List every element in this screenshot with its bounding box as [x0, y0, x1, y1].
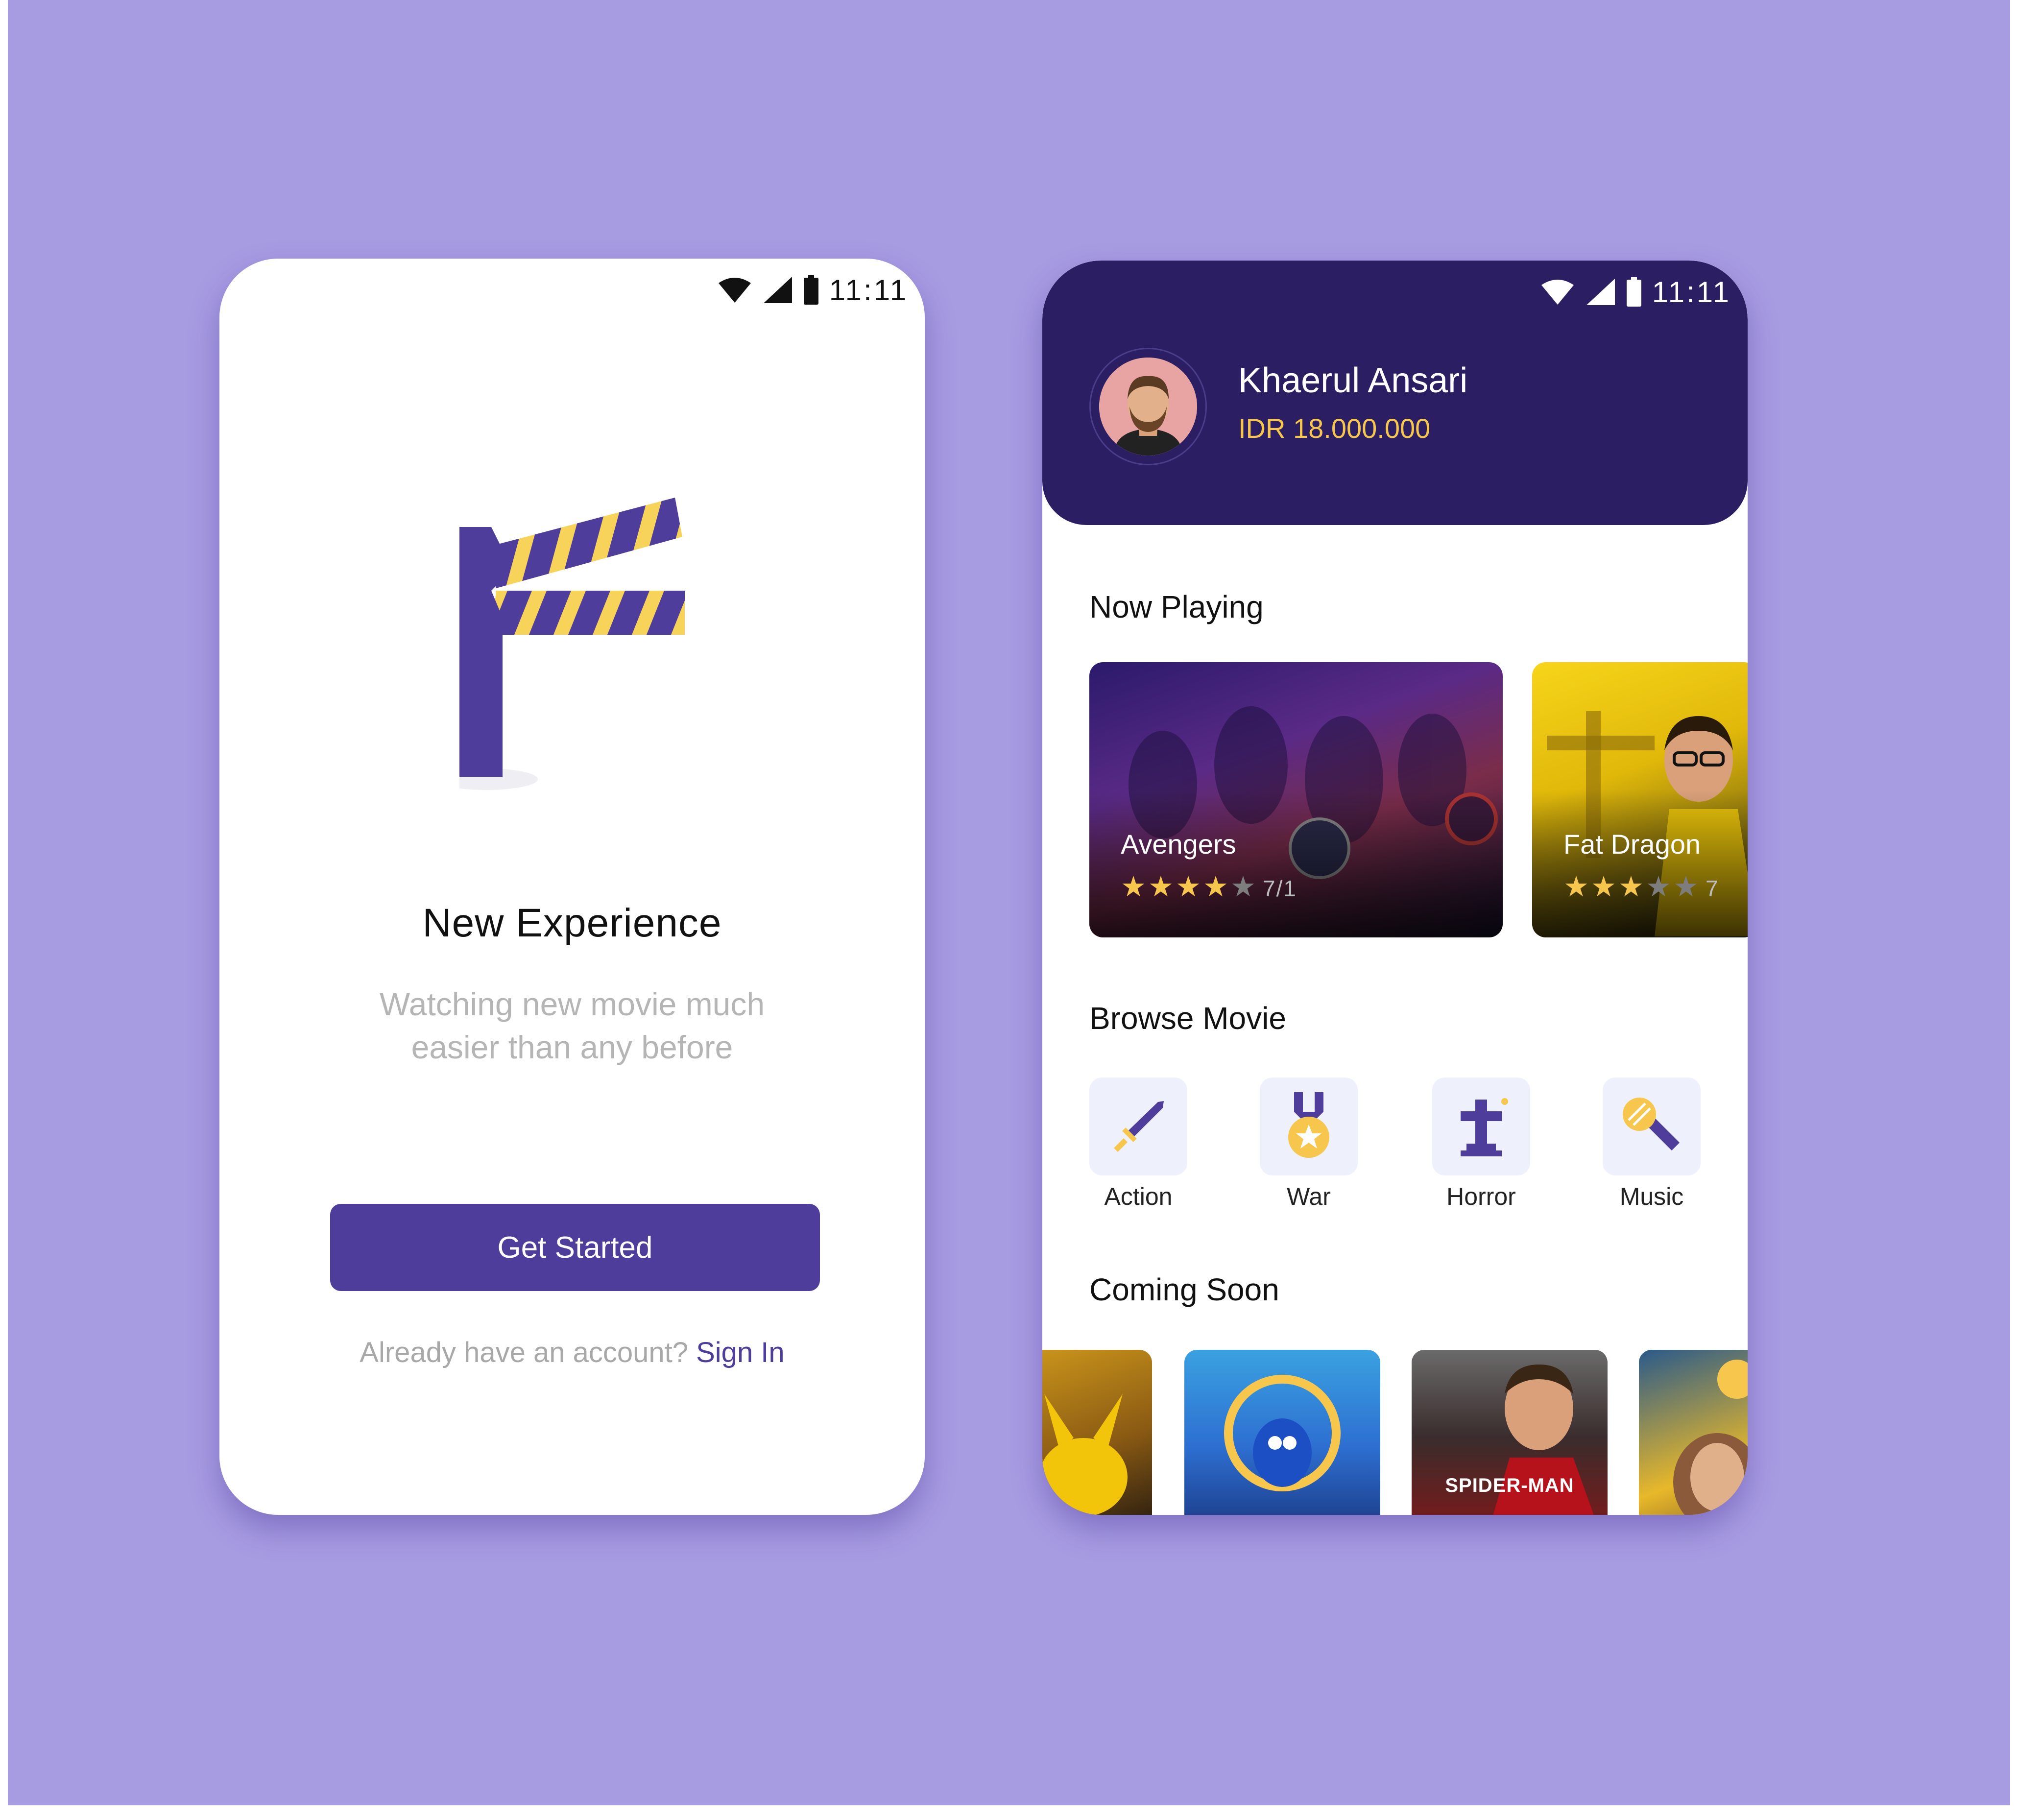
signal-icon	[763, 276, 793, 304]
genre-label: Music	[1619, 1183, 1684, 1210]
coming-soon-poster[interactable]: SPIDER-MAN	[1412, 1350, 1608, 1515]
poster-caption: SPIDER-MAN	[1445, 1475, 1574, 1496]
genre-label: Action	[1104, 1183, 1173, 1210]
now-playing-title: Now Playing	[1089, 589, 1264, 624]
wifi-icon	[718, 276, 752, 304]
genre-horror[interactable]: Horror	[1432, 1078, 1530, 1211]
genre-label: War	[1287, 1183, 1331, 1210]
signal-icon	[1586, 278, 1616, 306]
movie-title: Avengers	[1121, 829, 1236, 860]
onboarding-headline: New Experience	[422, 901, 722, 945]
genre-music[interactable]: Music	[1603, 1078, 1701, 1211]
signin-prompt: Already have an account?	[360, 1337, 688, 1368]
movie-card-avengers[interactable]: Avengers ★★★★★ 7/1	[1089, 662, 1503, 937]
cross-icon	[1461, 1098, 1508, 1156]
coming-soon-title: Coming Soon	[1089, 1272, 1279, 1307]
star-icon: ★★★	[1563, 871, 1646, 903]
status-bar: 11:11	[718, 266, 908, 313]
wifi-icon	[1540, 278, 1575, 306]
genre-war[interactable]: War	[1260, 1078, 1358, 1211]
card-shade	[1089, 790, 1503, 937]
onboarding-subtitle: Watching new movie much easier than any …	[379, 986, 765, 1065]
signin-row: Already have an account? Sign In	[219, 1336, 925, 1369]
card-shade	[1532, 790, 1748, 937]
bumblebee-poster-art	[1673, 1360, 1748, 1515]
battery-icon	[1626, 277, 1641, 307]
browse-movie-title: Browse Movie	[1089, 1001, 1286, 1036]
genre-action[interactable]: Action	[1089, 1078, 1187, 1211]
profile-header: 11:11 Khaerul Ansari IDR 18.000.000	[1042, 261, 1748, 525]
star-empty-icon: ★	[1230, 871, 1258, 903]
sonic-poster-art	[1224, 1375, 1341, 1491]
pikachu-poster-art	[1042, 1394, 1128, 1515]
movie-title: Fat Dragon	[1563, 829, 1701, 860]
star-empty-icon: ★★	[1646, 871, 1701, 903]
status-bar: 11:11	[1540, 268, 1731, 315]
avatar-photo	[1099, 358, 1197, 455]
signin-link[interactable]: Sign In	[696, 1337, 785, 1368]
movie-card-fat-dragon[interactable]: Fat Dragon ★★★★★ 7	[1532, 662, 1748, 937]
genre-label: Horror	[1446, 1183, 1516, 1210]
battery-icon	[803, 275, 818, 305]
onboarding-screen: 11:11 New Experience Watching new movie …	[219, 259, 925, 1515]
get-started-button[interactable]: Get Started	[330, 1204, 820, 1291]
genre-tile	[1260, 1078, 1358, 1175]
movie-score: 7	[1706, 876, 1719, 901]
microphone-icon	[1623, 1098, 1680, 1150]
star-icon: ★★★★	[1121, 871, 1230, 903]
home-screen: 11:11 Khaerul Ansari IDR 18.000.000 Now …	[1042, 261, 1748, 1515]
genre-tile	[1089, 1078, 1187, 1175]
movie-rating: ★★★★★ 7/1	[1121, 870, 1297, 903]
user-name: Khaerul Ansari	[1238, 361, 1468, 400]
coming-soon-poster[interactable]	[1184, 1350, 1380, 1515]
coming-soon-poster[interactable]	[1042, 1350, 1152, 1515]
status-time: 11:11	[829, 273, 908, 307]
coming-soon-poster[interactable]	[1639, 1350, 1748, 1515]
clapper-logo-icon	[435, 498, 690, 791]
medal-icon	[1288, 1092, 1329, 1158]
status-time: 11:11	[1652, 275, 1731, 309]
avatar[interactable]	[1089, 348, 1207, 465]
genre-tile	[1603, 1078, 1701, 1175]
user-balance: IDR 18.000.000	[1238, 413, 1431, 444]
background-canvas: 11:11 New Experience Watching new movie …	[8, 0, 2010, 1805]
sword-icon	[1114, 1101, 1164, 1152]
movie-score: 7/1	[1262, 876, 1297, 901]
movie-rating: ★★★★★ 7	[1563, 870, 1719, 903]
genre-tile	[1432, 1078, 1530, 1175]
